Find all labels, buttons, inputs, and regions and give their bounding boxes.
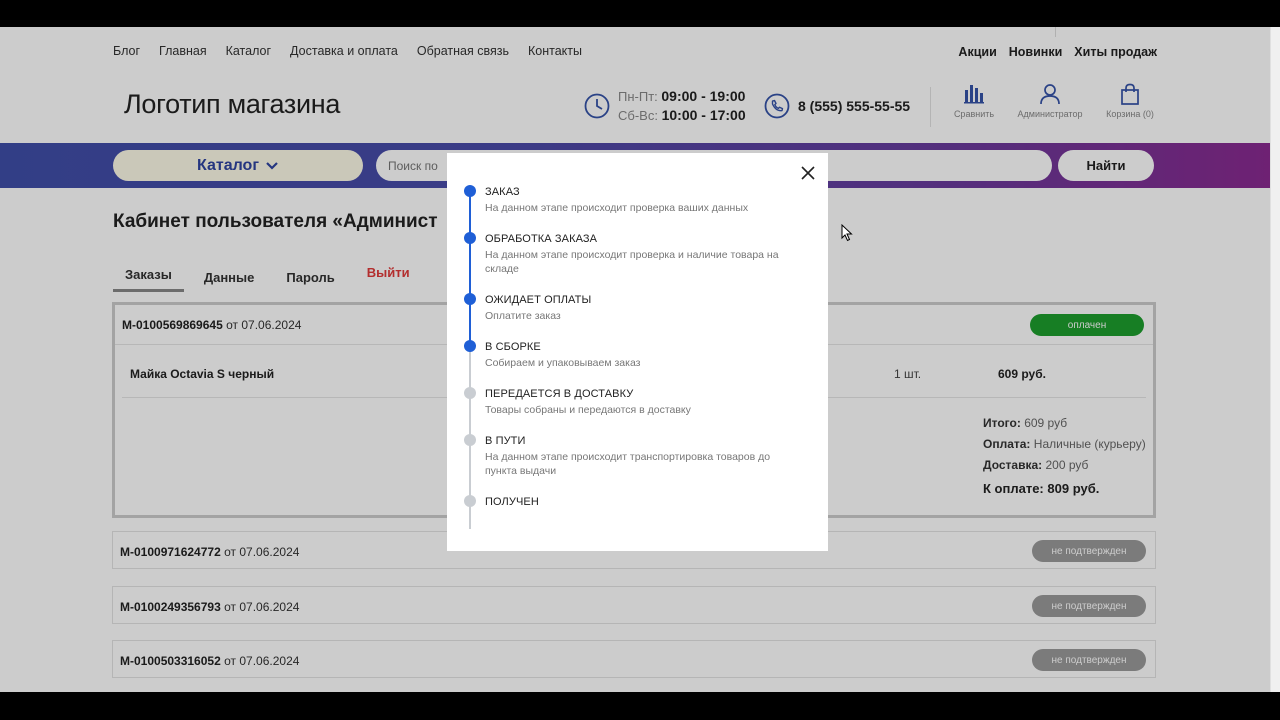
- step-title: ОБРАБОТКА ЗАКАЗА: [485, 233, 598, 245]
- step-title: В ПУТИ: [485, 435, 526, 447]
- step-dot: [464, 387, 476, 399]
- step-title: В СБОРКЕ: [485, 341, 541, 353]
- step-description: Собираем и упаковываем заказ: [485, 357, 641, 369]
- mouse-cursor-icon: [841, 224, 853, 242]
- step-description: На данном этапе происходит проверка и на…: [485, 249, 779, 275]
- step-dot: [464, 232, 476, 244]
- step-description: На данном этапе происходит транспортиров…: [485, 451, 771, 477]
- close-icon: [801, 166, 815, 180]
- step-description: Оплатите заказ: [485, 310, 561, 322]
- order-status-modal: ЗАКАЗ На данном этапе происходит проверк…: [447, 153, 828, 551]
- step-dot: [464, 340, 476, 352]
- timeline-progress: [469, 191, 471, 346]
- close-button[interactable]: [799, 164, 817, 182]
- page-scrollbar[interactable]: [1270, 27, 1280, 692]
- step-title: ОЖИДАЕТ ОПЛАТЫ: [485, 294, 592, 306]
- step-title: ПЕРЕДАЕТСЯ В ДОСТАВКУ: [485, 388, 634, 400]
- step-dot: [464, 495, 476, 507]
- step-description: Товары собраны и передаются в доставку: [485, 404, 691, 416]
- step-title: ПОЛУЧЕН: [485, 496, 539, 508]
- step-dot: [464, 185, 476, 197]
- step-title: ЗАКАЗ: [485, 186, 520, 198]
- step-description: На данном этапе происходит проверка ваши…: [485, 202, 749, 214]
- step-dot: [464, 434, 476, 446]
- step-dot: [464, 293, 476, 305]
